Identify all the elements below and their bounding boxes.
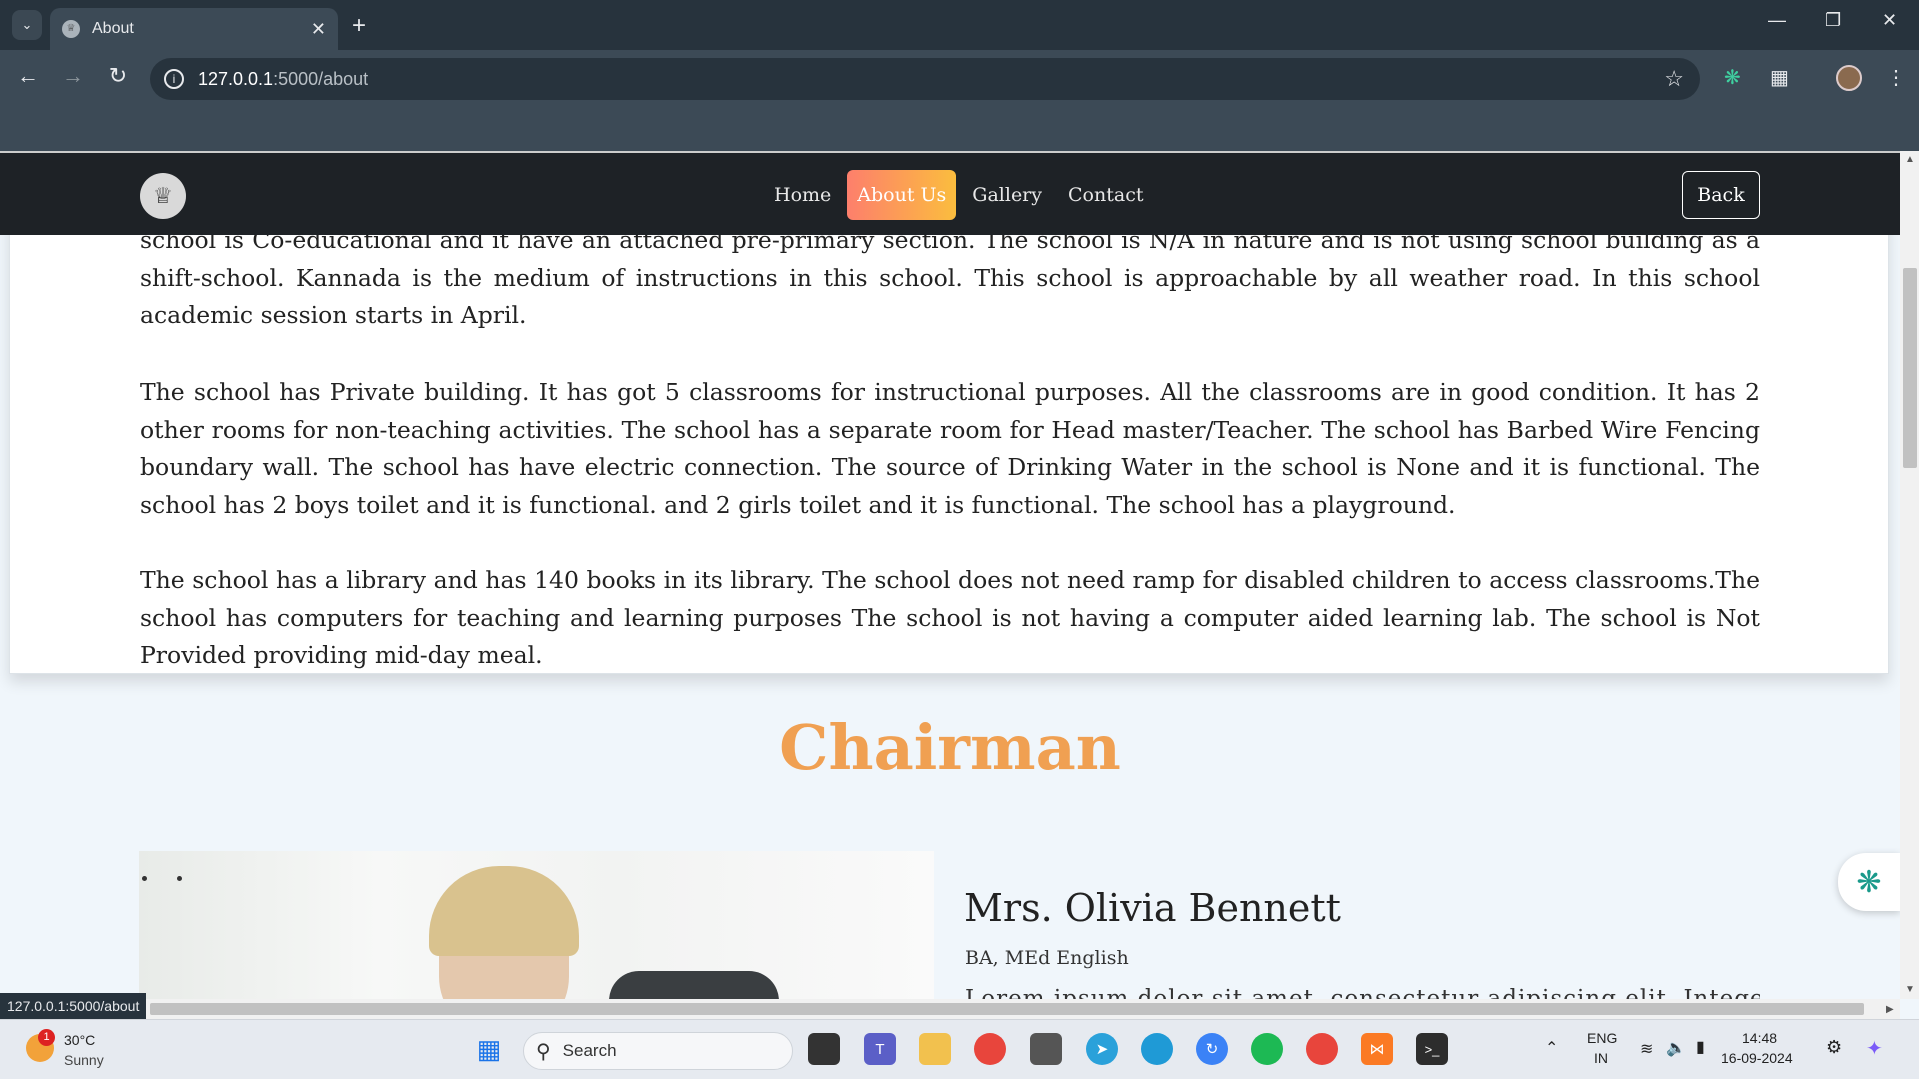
tab-title: About (92, 20, 134, 37)
language-top[interactable]: ENG (1587, 1030, 1617, 1046)
close-window-icon[interactable]: ✕ (1882, 10, 1897, 31)
chatgpt-extension-icon[interactable]: ❋ (1724, 65, 1741, 90)
weather-condition: Sunny (64, 1052, 104, 1068)
photo-chair (609, 971, 779, 999)
minimize-icon[interactable]: — (1768, 10, 1786, 31)
profile-avatar[interactable] (1836, 65, 1862, 91)
sync-icon[interactable]: ↻ (1196, 1033, 1228, 1065)
xampp-icon[interactable]: ⋈ (1361, 1033, 1393, 1065)
windows-start-icon[interactable]: ▦ (473, 1033, 505, 1065)
file-explorer-icon[interactable] (919, 1033, 951, 1065)
tab-about[interactable]: ♕ About ✕ (50, 8, 338, 50)
battery-icon[interactable]: ▮ (1696, 1037, 1705, 1057)
weather-badge: 1 (38, 1029, 55, 1046)
taskbar-search[interactable]: ⚲ Search (523, 1032, 793, 1070)
weather-temperature: 30°C (64, 1032, 96, 1048)
nav-contact[interactable]: Contact (1058, 170, 1153, 220)
page-viewport: school is Co-educational and it have an … (0, 151, 1900, 999)
extensions-puzzle-icon[interactable]: ▦ (1770, 65, 1789, 90)
search-icon: ⚲ (536, 1040, 551, 1063)
chairman-bio: Lorem ipsum dolor sit amet, consectetur … (965, 986, 1760, 999)
about-paragraph-3: The school has a library and has 140 boo… (140, 566, 1760, 670)
school-logo[interactable]: ♕ (140, 173, 186, 219)
edge-icon[interactable] (1141, 1033, 1173, 1065)
notification-icon[interactable]: ⚙ (1826, 1037, 1842, 1058)
about-paragraph-1: school is Co-educational and it have an … (140, 226, 1760, 330)
tab-search-button[interactable]: ⌄ (12, 10, 42, 40)
main-menu: Home About Us Gallery Contact (764, 170, 1153, 220)
taskbar-search-label: Search (562, 1041, 617, 1060)
chairman-section-title: Chairman (779, 711, 1121, 784)
restore-icon[interactable]: ❐ (1825, 10, 1841, 31)
nav-about-us[interactable]: About Us (847, 170, 957, 220)
bookmark-star-icon[interactable]: ☆ (1664, 66, 1684, 92)
scroll-down-icon[interactable]: ▼ (1905, 984, 1915, 995)
tab-strip: ⌄ ♕ About ✕ + — ❐ ✕ (0, 0, 1919, 50)
status-bar-url: 127.0.0.1:5000/about (0, 993, 147, 1019)
address-path: :5000/about (273, 68, 369, 89)
forward-arrow-icon[interactable]: → (57, 63, 89, 89)
back-arrow-icon[interactable]: ← (12, 63, 44, 89)
terminal-icon[interactable]: >_ (1416, 1033, 1448, 1065)
chevron-down-icon: ⌄ (21, 17, 33, 32)
language-bottom[interactable]: IN (1594, 1050, 1608, 1066)
back-button[interactable]: Back (1682, 171, 1760, 219)
reload-icon[interactable]: ↻ (102, 63, 134, 89)
new-tab-button[interactable]: + (352, 12, 366, 40)
spotify-icon[interactable] (1251, 1033, 1283, 1065)
chrome-active-icon[interactable] (1306, 1033, 1338, 1065)
browser-chrome: ⌄ ♕ About ✕ + — ❐ ✕ ← → ↻ i 127.0.0.1:50… (0, 0, 1919, 151)
taskbar: 1 30°C Sunny ▦ ⚲ Search T ➤ ↻ ⋈ >_ ⌃ ENG… (0, 1019, 1919, 1079)
vertical-scroll-thumb[interactable] (1903, 268, 1917, 468)
clock-date[interactable]: 16-09-2024 (1721, 1050, 1793, 1066)
task-view-icon[interactable] (808, 1033, 840, 1065)
photo-hair (429, 866, 579, 956)
volume-icon[interactable]: 🔈 (1666, 1038, 1686, 1058)
scroll-up-icon[interactable]: ▲ (1905, 154, 1915, 165)
photo-detail (142, 876, 147, 881)
site-navbar: ♕ Home About Us Gallery Contact Back (0, 151, 1900, 235)
clock-time[interactable]: 14:48 (1742, 1030, 1777, 1046)
copilot-icon[interactable]: ✦ (1866, 1036, 1883, 1061)
telegram-icon[interactable]: ➤ (1086, 1033, 1118, 1065)
horizontal-scroll-thumb[interactable] (150, 1003, 1864, 1015)
nav-home[interactable]: Home (764, 170, 841, 220)
close-tab-icon[interactable]: ✕ (311, 19, 326, 40)
more-menu-icon[interactable]: ⋮ (1886, 65, 1906, 90)
site-info-icon[interactable]: i (164, 69, 184, 89)
tray-chevron-icon[interactable]: ⌃ (1545, 1038, 1558, 1058)
chairman-photo (139, 851, 934, 999)
teams-icon[interactable]: T (864, 1033, 896, 1065)
about-paragraph-2: The school has Private building. It has … (140, 378, 1760, 519)
browser-toolbar: ← → ↻ i 127.0.0.1:5000/about ☆ ❋ ▦ ⋮ (0, 50, 1919, 108)
chatgpt-floating-icon[interactable]: ❋ (1838, 853, 1900, 911)
scroll-right-icon[interactable]: ▶ (1886, 1004, 1894, 1015)
address-host: 127.0.0.1 (198, 68, 274, 89)
address-bar[interactable]: i 127.0.0.1:5000/about ☆ (150, 58, 1700, 100)
chairman-qualification: BA, MEd English (965, 947, 1129, 969)
photo-detail (177, 876, 182, 881)
app-icon[interactable] (1030, 1033, 1062, 1065)
chairman-name: Mrs. Olivia Bennett (964, 886, 1341, 930)
chrome-icon[interactable] (974, 1033, 1006, 1065)
favicon-icon: ♕ (62, 20, 80, 38)
wifi-icon[interactable]: ≋ (1640, 1039, 1653, 1059)
nav-gallery[interactable]: Gallery (962, 170, 1052, 220)
